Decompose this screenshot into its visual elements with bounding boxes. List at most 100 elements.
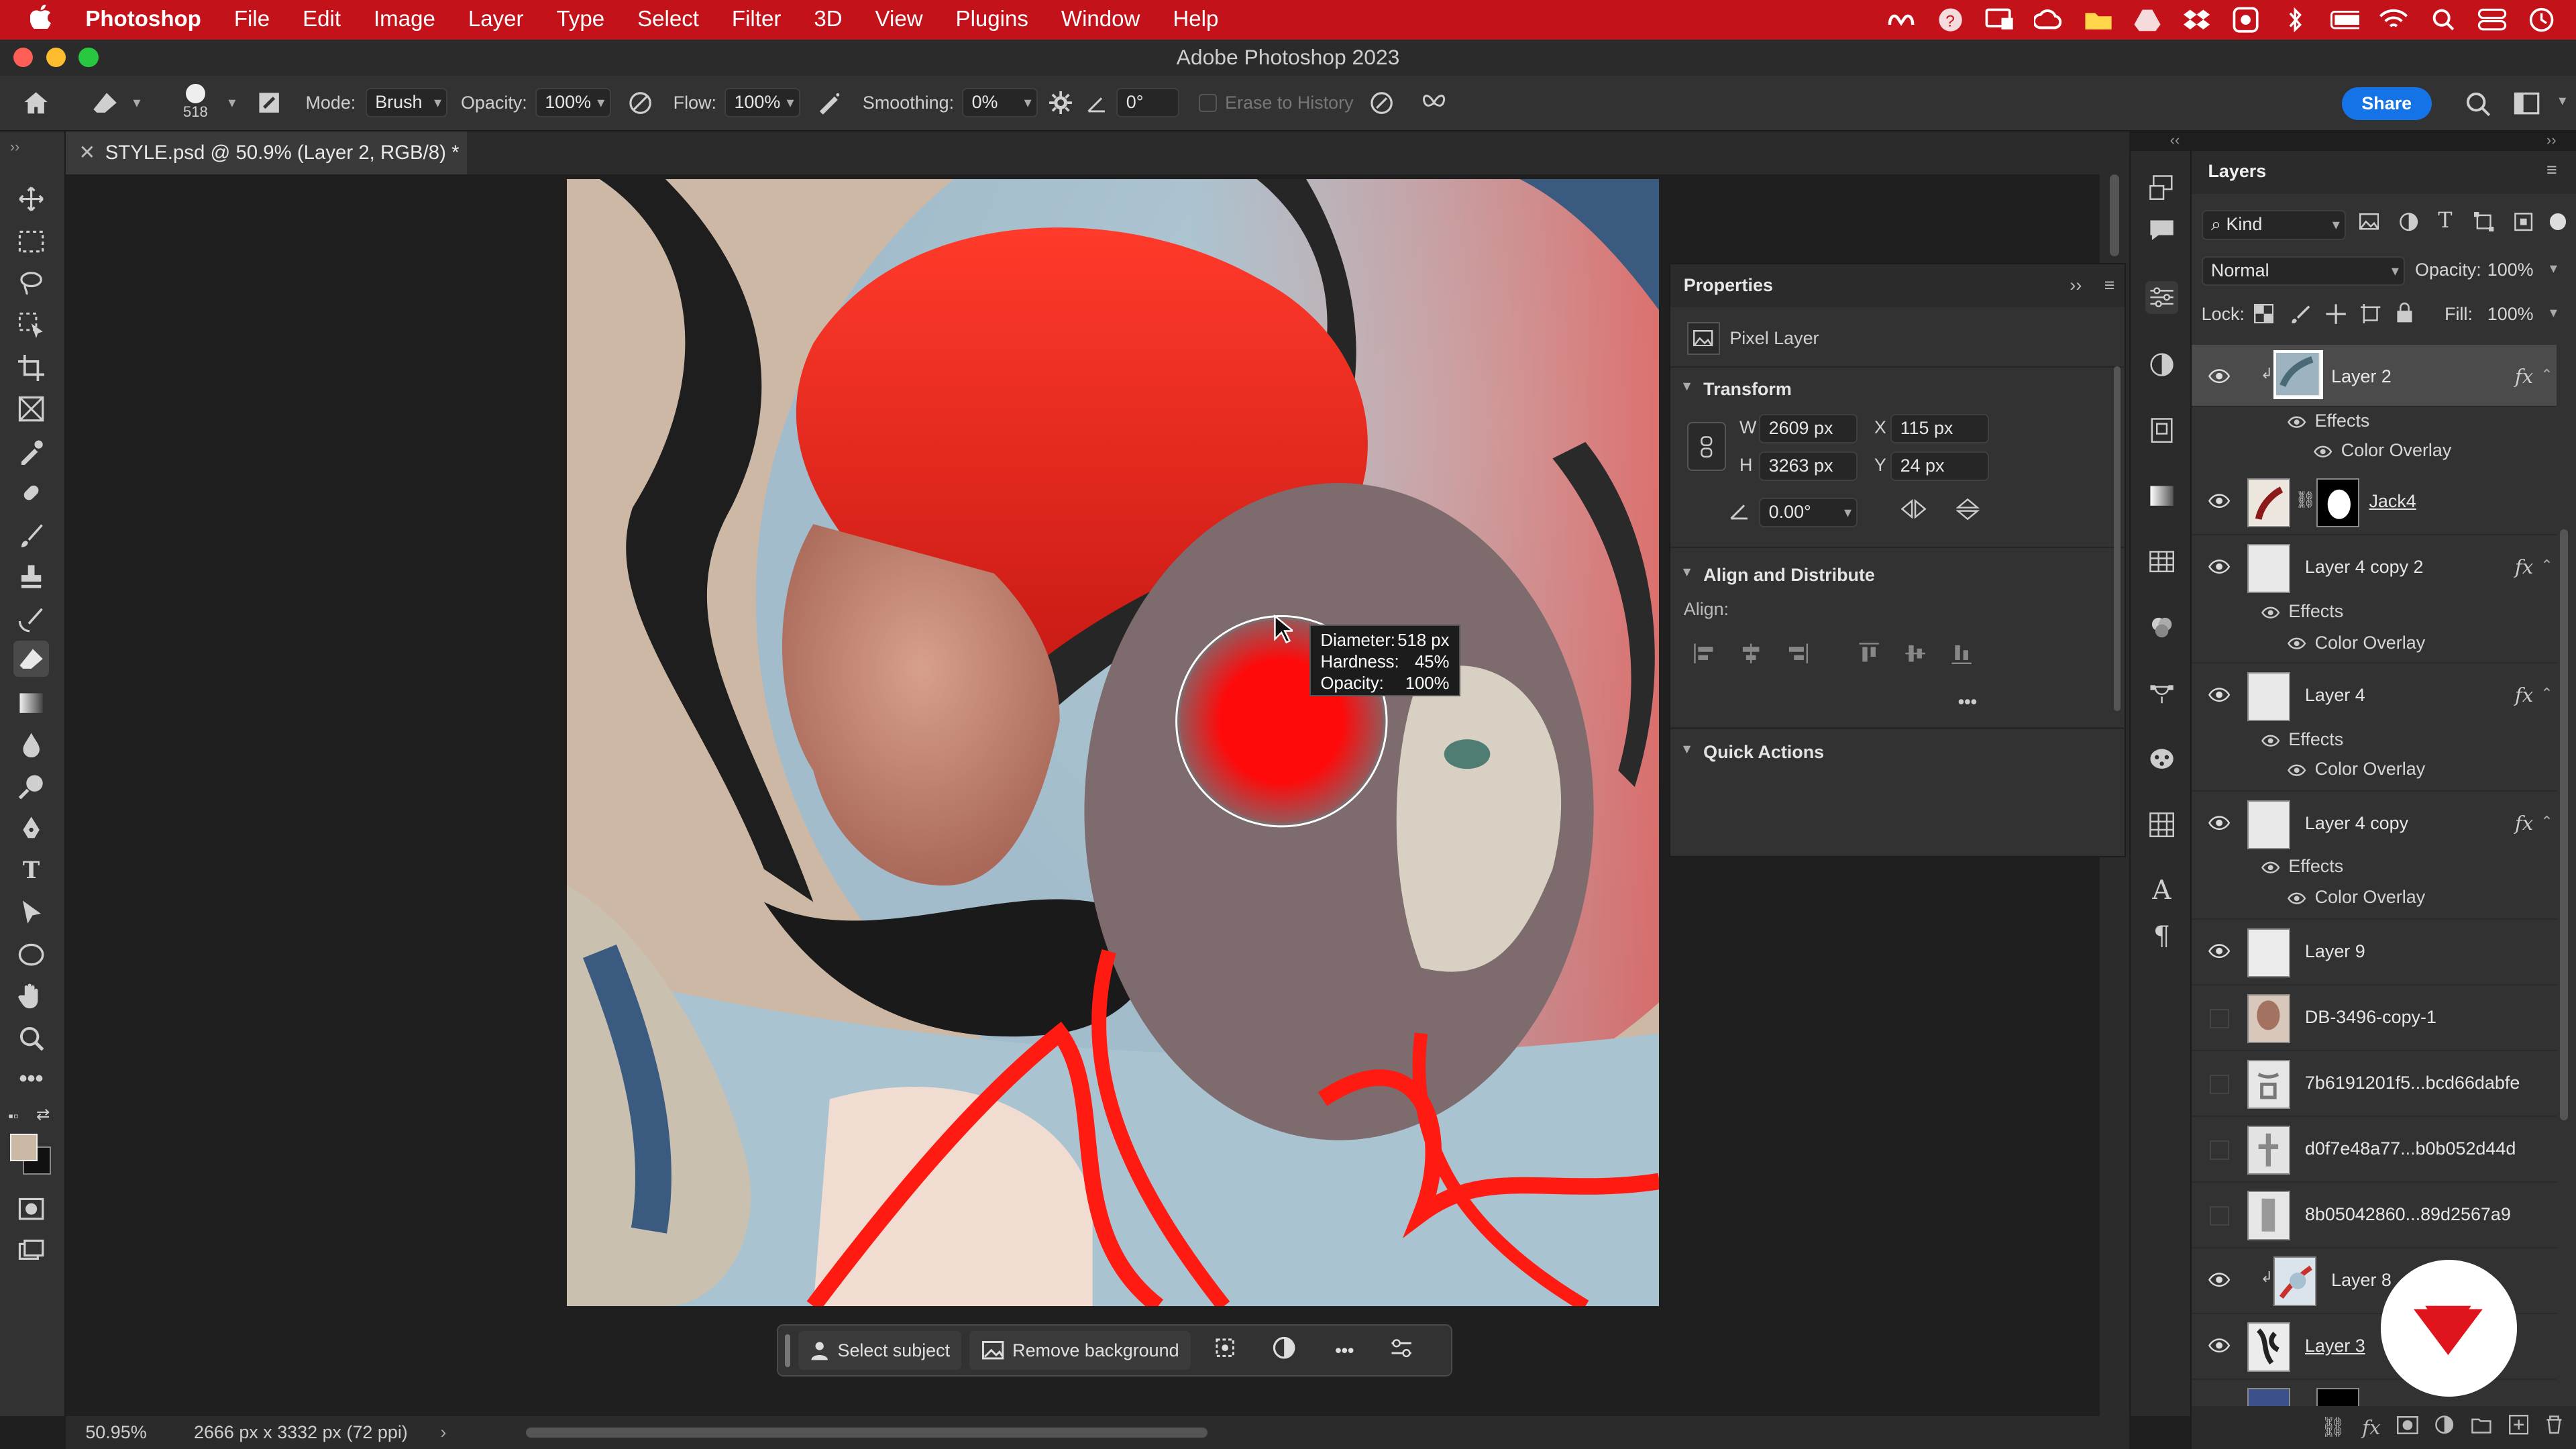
filter-shape-icon[interactable] (2474, 211, 2494, 236)
horizontal-scrollbar[interactable] (525, 1428, 1208, 1438)
search-icon[interactable] (2428, 5, 2458, 34)
visibility-eye-icon[interactable] (2208, 1270, 2231, 1289)
lock-all-icon[interactable] (2396, 302, 2414, 329)
align-right-icon[interactable] (1786, 642, 1809, 669)
layers-menu-icon[interactable]: ≡ (2546, 160, 2557, 180)
crop-tool-icon[interactable] (13, 350, 50, 386)
bluetooth-icon[interactable] (2280, 5, 2310, 34)
more-options-icon[interactable]: ••• (1335, 1340, 1354, 1361)
color-overlay-visibility-icon[interactable] (2287, 890, 2306, 906)
layer-row-8b05042860[interactable]: 8b05042860...89d2567a9 (2191, 1183, 2557, 1249)
opacity-input[interactable]: 100% ▾ (535, 88, 611, 118)
align-horizontal-center-icon[interactable] (1739, 642, 1762, 669)
wifi-icon[interactable] (2379, 5, 2408, 34)
link-layers-icon[interactable]: ⛓ (2320, 1416, 2345, 1439)
drag-handle[interactable] (785, 1334, 790, 1367)
effects-visibility-icon[interactable] (2261, 604, 2280, 621)
collapse-strip-icon[interactable]: ‹‹ (2170, 131, 2180, 149)
visibility-eye-icon[interactable] (2208, 941, 2231, 961)
search-icon[interactable] (2465, 91, 2491, 121)
color-overlay-visibility-icon[interactable] (2287, 635, 2306, 651)
history-panel-icon[interactable] (2145, 171, 2178, 204)
menu-layer[interactable]: Layer (451, 7, 540, 32)
visibility-toggle-off[interactable] (2209, 1140, 2230, 1160)
battery-icon[interactable] (2330, 5, 2359, 34)
menu-help[interactable]: Help (1157, 7, 1235, 32)
layer-name[interactable]: DB-3496-copy-1 (2305, 1007, 2436, 1028)
filter-pixel-icon[interactable] (2359, 213, 2379, 234)
layer-name[interactable]: d0f7e48a77...b0b052d44d (2305, 1138, 2516, 1159)
lock-transparent-pixels-icon[interactable] (2254, 304, 2274, 328)
effects-row[interactable]: Effects (2261, 729, 2343, 759)
layer-row-d0f7e48a77[interactable]: d0f7e48a77...b0b052d44d (2191, 1117, 2557, 1183)
more-tools-icon[interactable]: ••• (13, 1061, 50, 1097)
dodge-tool-icon[interactable] (13, 769, 50, 805)
pressure-opacity-icon[interactable] (611, 75, 670, 131)
hand-tool-icon[interactable] (13, 977, 50, 1014)
quick-actions-section-header[interactable]: ▼ Quick Actions (1670, 742, 1824, 763)
swatches-panel-icon[interactable] (2145, 545, 2178, 578)
layer-name[interactable]: 8b05042860...89d2567a9 (2305, 1204, 2511, 1225)
expand-effects-caret-icon[interactable]: ⌃ (2540, 685, 2553, 702)
layer-fx-icon[interactable]: fx (2515, 684, 2533, 706)
layer-opacity-value[interactable]: 100% (2487, 260, 2534, 280)
expand-effects-caret-icon[interactable]: ⌃ (2540, 366, 2553, 384)
status-menu-arrow-icon[interactable]: › (440, 1416, 446, 1449)
meta-icon[interactable] (1886, 5, 1916, 34)
visibility-eye-icon[interactable] (2208, 685, 2231, 704)
siri-icon[interactable] (2527, 5, 2557, 34)
quick-mask-icon[interactable] (13, 1191, 50, 1228)
layer-name[interactable]: Layer 4 copy (2305, 813, 2408, 834)
smoothing-settings-gear-icon[interactable] (1038, 75, 1084, 131)
collapse-panel-icon[interactable]: ›› (2070, 264, 2082, 307)
workspace-icon[interactable] (2514, 92, 2540, 119)
new-group-icon[interactable] (2471, 1416, 2492, 1440)
align-left-icon[interactable] (1693, 642, 1716, 669)
object-selection-tool-icon[interactable] (13, 307, 50, 343)
layer-row-7b6191201f5[interactable]: 7b6191201f5...bcd66dabfe (2191, 1051, 2557, 1118)
pen-tool-icon[interactable] (13, 810, 50, 846)
menu-filter[interactable]: Filter (715, 7, 797, 32)
frame-tool-icon[interactable] (13, 391, 50, 427)
lock-position-icon[interactable] (2324, 303, 2347, 330)
menu-3d[interactable]: 3D (798, 7, 859, 32)
visibility-toggle-off[interactable] (2209, 1074, 2230, 1094)
layer-mask-thumbnail[interactable] (2316, 478, 2359, 528)
layers-scrollbar[interactable] (2559, 529, 2568, 1121)
brush-dropdown-icon[interactable]: ▾ (223, 75, 246, 131)
symmetry-butterfly-icon[interactable] (1409, 75, 1458, 131)
layer-name[interactable]: Layer 3 (2305, 1336, 2365, 1356)
ellipse-tool-icon[interactable] (13, 936, 50, 973)
eyedropper-tool-icon[interactable] (13, 434, 50, 470)
creative-cloud-icon[interactable] (2034, 5, 2063, 34)
brush-tool-icon[interactable] (13, 517, 50, 553)
delete-layer-icon[interactable] (2545, 1415, 2563, 1440)
type-tool-icon[interactable]: T (13, 853, 50, 889)
height-input[interactable]: 3263 px (1759, 451, 1858, 482)
link-dimensions-icon[interactable] (1686, 421, 1727, 472)
menu-plugins[interactable]: Plugins (939, 7, 1044, 32)
flow-input[interactable]: 100% ▾ (724, 88, 800, 118)
visibility-eye-icon[interactable] (2208, 1336, 2231, 1355)
foreground-color-swatch[interactable] (9, 1133, 38, 1162)
new-layer-icon[interactable] (2508, 1415, 2529, 1440)
vertical-scrollbar[interactable] (2109, 174, 2120, 257)
close-window-button[interactable] (13, 48, 33, 68)
adjustments-panel-icon[interactable] (2145, 348, 2178, 381)
dropbox-icon[interactable] (2182, 5, 2211, 34)
pressure-size-icon[interactable] (1354, 75, 1409, 131)
layer-name[interactable]: Layer 4 (2305, 685, 2365, 706)
flip-horizontal-icon[interactable] (1900, 498, 1927, 523)
more-align-options-icon[interactable]: ••• (1958, 692, 1977, 712)
3d-panel-icon[interactable] (2145, 743, 2178, 775)
screenshot-icon[interactable] (2231, 5, 2261, 34)
screen-icon[interactable] (1985, 5, 2015, 34)
filter-adjustment-icon[interactable] (2399, 212, 2418, 236)
drive-icon[interactable] (2133, 5, 2162, 34)
clone-stamp-tool-icon[interactable] (13, 559, 50, 595)
effects-row[interactable]: Effects (2287, 411, 2369, 440)
move-tool-icon[interactable] (13, 180, 50, 217)
screen-mode-icon[interactable] (13, 1232, 50, 1269)
menu-window[interactable]: Window (1044, 7, 1157, 32)
filter-smart-object-icon[interactable] (2514, 212, 2533, 236)
